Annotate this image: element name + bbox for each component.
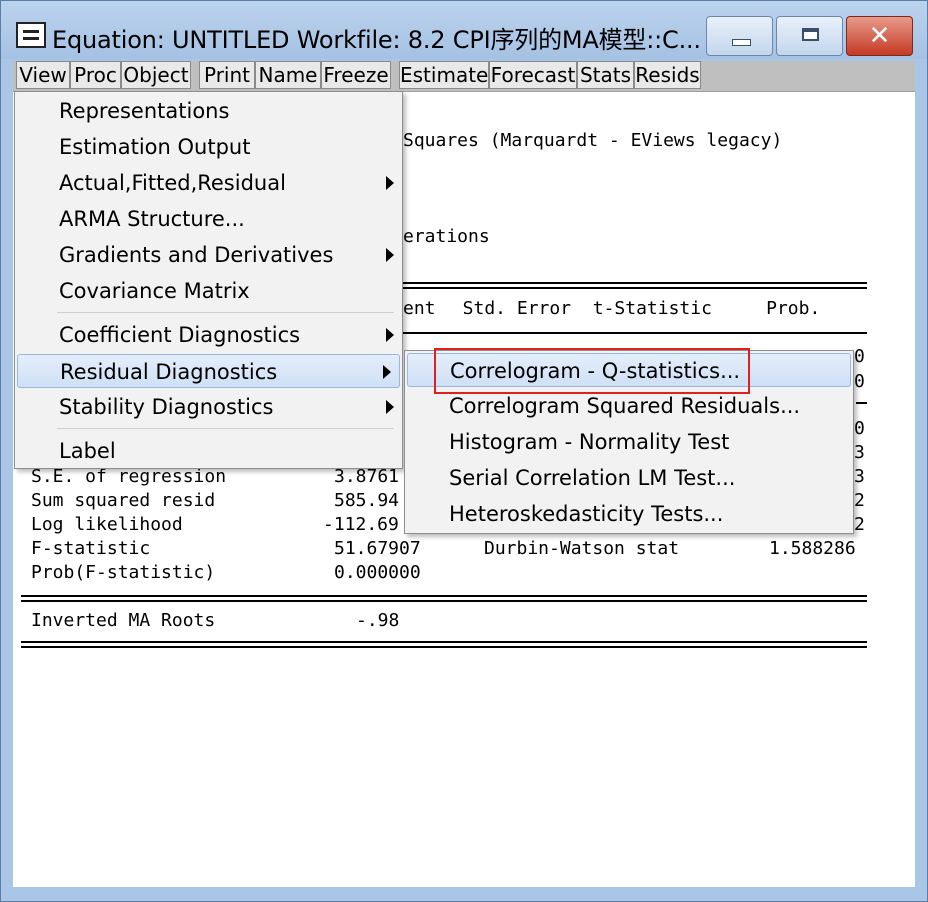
toolbar-object-button[interactable]: Object — [121, 61, 191, 89]
roots-label: Inverted MA Roots — [31, 610, 216, 631]
equation-window: Equation: UNTITLED Workfile: 8.2 CPI序列的M… — [0, 0, 928, 902]
iterations-line: erations — [403, 226, 490, 247]
value-fragment: 0 — [854, 346, 865, 367]
window-menu-icon[interactable] — [16, 22, 46, 48]
menu-item-coefficient-diagnostics[interactable]: Coefficient Diagnostics — [15, 318, 402, 352]
maximize-icon — [802, 28, 819, 41]
menu-item-label-view[interactable]: Label — [15, 434, 402, 468]
menu-item-label: Residual Diagnostics — [60, 360, 278, 384]
stat-value: 0.000000 — [334, 562, 421, 583]
value-fragment: 2 — [854, 490, 865, 511]
stat-label: Log likelihood — [31, 514, 183, 535]
stat-label: Prob(F-statistic) — [31, 562, 216, 583]
minimize-button[interactable] — [706, 16, 773, 56]
maximize-button[interactable] — [776, 16, 843, 56]
table-rule-bottom-2 — [21, 646, 867, 648]
value-fragment: 3 — [854, 466, 865, 487]
minimize-icon — [732, 39, 751, 46]
stat-label: Sum squared resid — [31, 490, 216, 511]
toolbar-stats-button[interactable]: Stats — [577, 61, 634, 89]
stat-value-dw: 1.588286 — [769, 538, 856, 559]
stat-label: S.E. of regression — [31, 466, 227, 487]
menu-item-label: Stability Diagnostics — [59, 395, 274, 419]
equation-toolbar: View Proc Object Print Name Freeze Estim… — [13, 61, 915, 92]
window-title: Equation: UNTITLED Workfile: 8.2 CPI序列的M… — [52, 26, 701, 54]
menu-item-label: Histogram - Normality Test — [449, 430, 730, 454]
view-menu: Representations Estimation Output Actual… — [14, 91, 403, 469]
table-rule-roots-top — [21, 595, 867, 597]
submenu-arrow-icon — [386, 328, 394, 342]
menu-item-label: Covariance Matrix — [59, 279, 250, 303]
toolbar-view-button[interactable]: View — [16, 61, 70, 89]
menu-separator — [57, 428, 394, 429]
menu-item-estimation-output[interactable]: Estimation Output — [15, 130, 402, 164]
menu-item-arma-structure[interactable]: ARMA Structure... — [15, 202, 402, 236]
menu-item-heteroskedasticity-tests[interactable]: Heteroskedasticity Tests... — [405, 497, 853, 531]
stat-value: 51.67907 — [334, 538, 421, 559]
submenu-arrow-icon — [383, 365, 391, 379]
value-fragment: 0 — [854, 371, 865, 392]
menu-item-label: Correlogram Squared Residuals... — [449, 394, 801, 418]
menu-item-label: Actual,Fitted,Residual — [59, 171, 286, 195]
menu-separator — [57, 312, 394, 313]
roots-value: -.98 — [356, 610, 400, 631]
stat-label: F-statistic — [31, 538, 151, 559]
toolbar-name-button[interactable]: Name — [255, 61, 321, 89]
submenu-arrow-icon — [386, 400, 394, 414]
toolbar-resids-button[interactable]: Resids — [634, 61, 701, 89]
menu-item-correlogram-squared-residuals[interactable]: Correlogram Squared Residuals... — [405, 389, 853, 423]
column-headers: Std. Error t-Statistic Prob. — [441, 298, 821, 319]
highlight-annotation-box — [434, 348, 750, 394]
toolbar-freeze-button[interactable]: Freeze — [321, 61, 391, 89]
menu-item-stability-diagnostics[interactable]: Stability Diagnostics — [15, 390, 402, 424]
toolbar-forecast-button[interactable]: Forecast — [489, 61, 577, 89]
stat-label-dw: Durbin-Watson stat — [484, 538, 680, 559]
menu-item-label: Label — [59, 439, 116, 463]
close-button[interactable]: ✕ — [846, 16, 913, 56]
menu-item-histogram-normality-test[interactable]: Histogram - Normality Test — [405, 425, 853, 459]
table-rule-mid — [856, 402, 867, 404]
table-rule-bottom — [21, 641, 867, 643]
toolbar-proc-button[interactable]: Proc — [70, 61, 121, 89]
value-fragment: 2 — [854, 514, 865, 535]
menu-item-label: ARMA Structure... — [59, 207, 245, 231]
menu-item-actual-fitted-residual[interactable]: Actual,Fitted,Residual — [15, 166, 402, 200]
stat-value: 585.94 — [334, 490, 400, 511]
menu-item-label: Heteroskedasticity Tests... — [449, 502, 724, 526]
menu-item-label: Coefficient Diagnostics — [59, 323, 301, 347]
method-line: Squares (Marquardt - EViews legacy) — [403, 130, 783, 151]
menu-item-representations[interactable]: Representations — [15, 94, 402, 128]
menu-item-label: Serial Correlation LM Test... — [449, 466, 736, 490]
stat-value: -112.69 — [323, 514, 399, 535]
menu-item-label: Estimation Output — [59, 135, 251, 159]
submenu-arrow-icon — [386, 176, 394, 190]
value-fragment: 3 — [854, 442, 865, 463]
value-fragment: 0 — [854, 418, 865, 439]
menu-item-covariance-matrix[interactable]: Covariance Matrix — [15, 274, 402, 308]
title-bar[interactable]: Equation: UNTITLED Workfile: 8.2 CPI序列的M… — [1, 1, 927, 59]
close-icon: ✕ — [868, 21, 891, 51]
menu-item-label: Representations — [59, 99, 230, 123]
table-rule-roots-top-2 — [21, 600, 867, 602]
stat-value: 3.8761 — [334, 466, 400, 487]
menu-item-residual-diagnostics[interactable]: Residual Diagnostics — [17, 354, 400, 388]
column-header-coef: ent — [403, 298, 436, 319]
toolbar-print-button[interactable]: Print — [199, 61, 255, 89]
submenu-arrow-icon — [386, 248, 394, 262]
menu-item-label: Gradients and Derivatives — [59, 243, 334, 267]
menu-item-gradients-derivatives[interactable]: Gradients and Derivatives — [15, 238, 402, 272]
menu-item-serial-correlation-lm-test[interactable]: Serial Correlation LM Test... — [405, 461, 853, 495]
toolbar-estimate-button[interactable]: Estimate — [399, 61, 489, 89]
